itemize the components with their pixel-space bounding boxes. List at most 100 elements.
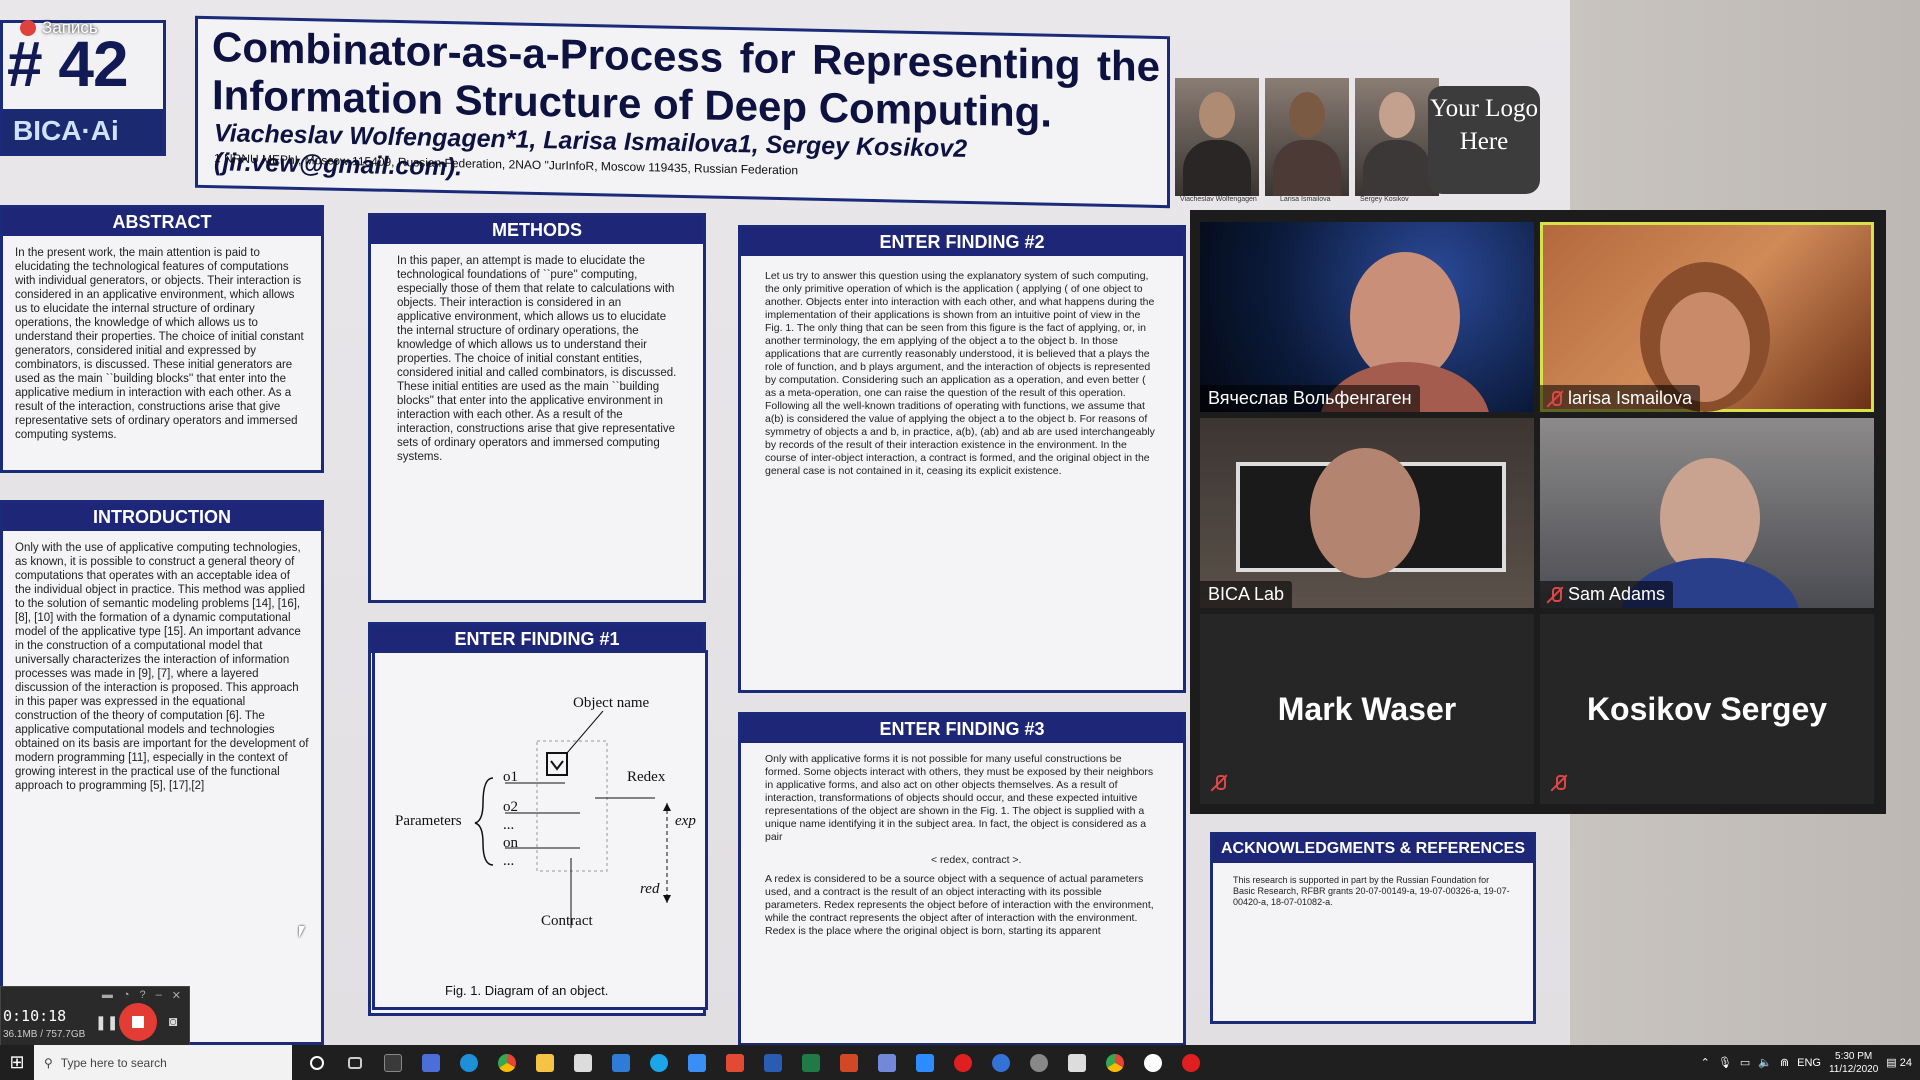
recording-dot-icon	[20, 20, 36, 36]
video-tile-no-video[interactable]: Kosikov Sergey	[1540, 614, 1874, 804]
finding3-pair: < redex, contract >.	[931, 854, 1022, 866]
task-view-icon[interactable]	[336, 1045, 374, 1080]
diagram-label-o1: o1	[503, 769, 518, 785]
edge-icon[interactable]	[450, 1045, 488, 1080]
diagram-label-on: on	[503, 835, 518, 851]
video-tile-no-video[interactable]: Mark Waser	[1200, 614, 1534, 804]
finding2-text: Let us try to answer this question using…	[765, 270, 1155, 477]
diagram-label-dots: ...	[503, 817, 515, 833]
diagram-label-o2: o2	[503, 799, 518, 815]
excel-icon[interactable]	[792, 1045, 830, 1080]
dropbox-icon[interactable]	[678, 1045, 716, 1080]
mic-muted-icon	[1548, 586, 1562, 604]
participant-name: BICA Lab	[1200, 581, 1293, 608]
stop-recording-button[interactable]	[119, 1003, 157, 1041]
recorder-toolbar: ▬ ◔ ? – ✕	[1, 987, 189, 1005]
mic-muted-icon	[1552, 774, 1566, 792]
participant-name: Kosikov Sergey	[1586, 690, 1828, 727]
volume-icon[interactable]: 🔈	[1758, 1056, 1772, 1069]
finding2-section: ENTER FINDING #2 Let us try to answer th…	[738, 225, 1186, 693]
chevron-up-icon[interactable]: ⌃	[1701, 1056, 1710, 1069]
abstract-heading: ABSTRACT	[3, 208, 321, 236]
author-photo	[1265, 78, 1349, 196]
skype-icon[interactable]	[640, 1045, 678, 1080]
clock-time: 5:30 PM	[1835, 1050, 1873, 1062]
finding1-heading: ENTER FINDING #1	[371, 625, 703, 653]
camera-icon[interactable]: ◙	[169, 1013, 177, 1029]
system-tray: ⌃ 🎙 ▭ 🔈 ⋒ ENG 5:30 PM 11/12/2020 ▤ 24	[1701, 1045, 1920, 1080]
pause-icon[interactable]: ❚❚	[95, 1014, 118, 1031]
participant-name: Sam Adams	[1540, 581, 1674, 608]
poster-number-badge: # 42 BICA·Ai	[0, 20, 166, 156]
zoom-gallery: Вячеслав Вольфенгаген larisa Ismailova B…	[1190, 210, 1886, 814]
save-icon[interactable]	[412, 1045, 450, 1080]
diagram-label-exp: exp	[675, 813, 696, 829]
wifi-icon[interactable]: ⋒	[1780, 1056, 1789, 1069]
chrome-icon[interactable]	[488, 1045, 526, 1080]
participant-video	[1310, 448, 1420, 578]
powerpoint-icon[interactable]	[830, 1045, 868, 1080]
mail-icon[interactable]	[602, 1045, 640, 1080]
file-explorer-icon[interactable]	[526, 1045, 564, 1080]
word-icon[interactable]	[754, 1045, 792, 1080]
diagram-label-dots-2: ...	[503, 853, 515, 869]
diagram-label-parameters: Parameters	[395, 813, 462, 829]
abstract-text: In the present work, the main attention …	[15, 247, 304, 441]
cortana-icon[interactable]	[298, 1045, 336, 1080]
notification-count: 24	[1899, 1057, 1912, 1069]
app-icon[interactable]	[374, 1045, 412, 1080]
network-icon[interactable]: ▭	[1740, 1056, 1750, 1069]
app-e-icon[interactable]	[1134, 1045, 1172, 1080]
search-icon: ⚲	[44, 1055, 53, 1070]
discord-icon[interactable]	[868, 1045, 906, 1080]
windows-start-icon[interactable]: ⊞	[0, 1045, 34, 1080]
acknowledgments-section: ACKNOWLEDGMENTS & REFERENCES This resear…	[1210, 832, 1536, 1024]
app-b-icon[interactable]	[982, 1045, 1020, 1080]
chrome-icon[interactable]	[1096, 1045, 1134, 1080]
clock[interactable]: 5:30 PM 11/12/2020	[1829, 1050, 1878, 1076]
video-tile[interactable]: Вячеслав Вольфенгаген	[1200, 222, 1534, 412]
mic-muted-icon	[1548, 390, 1562, 408]
folder-icon[interactable]: ▬	[102, 989, 113, 1003]
clock-icon[interactable]: ◔	[123, 989, 130, 1003]
close-icon[interactable]: ✕	[172, 989, 181, 1003]
photo-caption: Larisa Ismailova	[1280, 196, 1331, 203]
record-icon[interactable]	[944, 1045, 982, 1080]
author-photos	[1175, 78, 1439, 196]
app-c-icon[interactable]	[1020, 1045, 1058, 1080]
diagram-label-contract: Contract	[541, 913, 593, 929]
record-icon[interactable]	[1172, 1045, 1210, 1080]
mouse-cursor-icon	[299, 926, 305, 938]
video-tile[interactable]: Sam Adams	[1540, 418, 1874, 608]
finding3-text-2: A redex is considered to be a source obj…	[765, 873, 1154, 937]
diagram-label-redex: Redex	[627, 769, 666, 785]
finding3-heading: ENTER FINDING #3	[741, 715, 1183, 743]
methods-section: METHODS In this paper, an attempt is mad…	[368, 213, 706, 603]
acknowledgments-heading: ACKNOWLEDGMENTS & REFERENCES	[1213, 835, 1533, 863]
methods-text: In this paper, an attempt is made to elu…	[397, 255, 677, 463]
video-tile[interactable]: BICA Lab	[1200, 418, 1534, 608]
help-icon[interactable]: ?	[140, 989, 146, 1003]
participant-name: Mark Waser	[1277, 690, 1457, 727]
acrobat-icon[interactable]	[716, 1045, 754, 1080]
diagram-label-red: red	[640, 881, 660, 897]
taskbar: ⊞ ⚲ Type here to search ⌃ 🎙 ▭ 🔈 ⋒ ENG 5:…	[0, 1045, 1920, 1080]
video-tile-active-speaker[interactable]: larisa Ismailova	[1540, 222, 1874, 412]
participant-name: Вячеслав Вольфенгаген	[1200, 385, 1420, 412]
mic-muted-icon	[1212, 774, 1226, 792]
taskbar-search[interactable]: ⚲ Type here to search	[34, 1045, 292, 1080]
finding2-heading: ENTER FINDING #2	[741, 228, 1183, 256]
participant-name: larisa Ismailova	[1540, 385, 1701, 412]
store-icon[interactable]	[564, 1045, 602, 1080]
app-d-icon[interactable]	[1058, 1045, 1096, 1080]
zoom-icon[interactable]	[906, 1045, 944, 1080]
microphone-icon[interactable]: 🎙	[1718, 1056, 1732, 1069]
recording-time: 0:10:18	[3, 1007, 67, 1025]
poster-title-box: Combinator-as-a-Process for Representing…	[195, 15, 1170, 209]
minimize-icon[interactable]: –	[156, 989, 162, 1003]
author-photo	[1175, 78, 1259, 196]
language-indicator[interactable]: ENG	[1797, 1057, 1821, 1069]
acknowledgments-text: This research is supported in part by th…	[1233, 875, 1510, 907]
notifications-icon[interactable]: ▤ 24	[1886, 1056, 1912, 1069]
abstract-section: ABSTRACT In the present work, the main a…	[0, 205, 324, 473]
